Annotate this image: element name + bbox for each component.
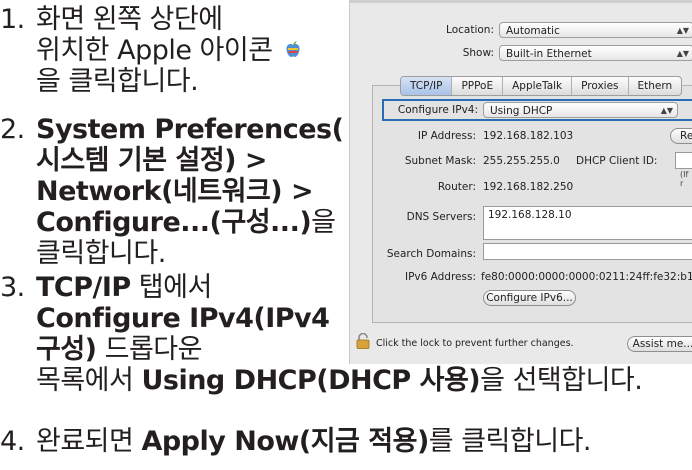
show-label: Show: bbox=[462, 47, 494, 59]
tab-pppoe[interactable]: PPPoE bbox=[452, 77, 504, 95]
location-value: Automatic bbox=[506, 25, 560, 37]
ipv6-address-label: IPv6 Address: bbox=[404, 271, 476, 283]
ip-address-label: IP Address: bbox=[417, 130, 476, 142]
popup-arrows-icon: ▲▼ bbox=[660, 106, 673, 115]
search-domains-label: Search Domains: bbox=[386, 248, 476, 260]
step-2-line4-rest: 을 bbox=[311, 207, 336, 238]
step-2-line4-bold: Configure...(구성...) bbox=[36, 207, 312, 238]
ipv6-address-value: fe80:0000:0000:0000:0211:24ff:fe32:b18e bbox=[481, 271, 692, 283]
step-3-number: 3. bbox=[0, 272, 25, 303]
location-label: Location: bbox=[446, 24, 494, 36]
network-tabs: TCP/IP PPPoE AppleTalk Proxies Ethern bbox=[400, 76, 683, 96]
tab-tcpip[interactable]: TCP/IP bbox=[401, 77, 453, 95]
show-popup[interactable]: Built-in Ethernet ▲▼ bbox=[499, 45, 692, 61]
step-1: 1. 화면 왼쪽 상단에 위치한 Apple 아이콘 을 클릭합니다. bbox=[0, 4, 305, 97]
tab-appletalk[interactable]: AppleTalk bbox=[503, 77, 573, 95]
step-1-number: 1. bbox=[0, 4, 25, 35]
renew-dhcp-button[interactable]: Ren bbox=[670, 128, 692, 144]
lock-icon[interactable] bbox=[356, 332, 370, 349]
dns-servers-field[interactable]: 192.168.128.10 bbox=[483, 206, 692, 240]
step-4-bold: Apply Now(지금 적용) bbox=[141, 426, 429, 457]
step-1-line3: 을 클릭합니다. bbox=[36, 66, 199, 97]
dns-servers-value: 192.168.128.10 bbox=[488, 209, 572, 221]
network-preferences-window: Location: Automatic ▲▼ Show: Built-in Eth… bbox=[349, 0, 692, 364]
subnet-mask-label: Subnet Mask: bbox=[404, 155, 476, 167]
step-3-line1-rest: 탭에서 bbox=[130, 272, 213, 303]
apple-icon bbox=[281, 38, 305, 62]
step-3-line3-rest: 드롭다운 bbox=[96, 334, 203, 365]
tab-ethernet[interactable]: Ethern bbox=[629, 77, 682, 95]
assist-me-button[interactable]: Assist me... bbox=[627, 336, 692, 352]
configure-ipv4-value: Using DHCP bbox=[490, 105, 553, 117]
step-2-line5: 클릭합니다. bbox=[36, 238, 166, 269]
step-4-end: 를 클릭합니다. bbox=[428, 426, 592, 457]
step-4-start: 완료되면 bbox=[36, 426, 142, 457]
subnet-mask-value: 255.255.255.0 bbox=[483, 155, 560, 167]
configure-ipv4-popup[interactable]: Using DHCP ▲▼ bbox=[483, 102, 678, 118]
step-3-line4-start: 목록에서 bbox=[36, 365, 142, 396]
step-1-line2: 위치한 Apple 아이콘 bbox=[36, 35, 273, 66]
step-3-tab-name: TCP/IP bbox=[36, 272, 131, 303]
step-2: 2. System Preferences( 시스템 기본 설정) > Netwo… bbox=[0, 114, 344, 269]
location-popup[interactable]: Automatic ▲▼ bbox=[499, 22, 692, 38]
popup-arrows-icon: ▲▼ bbox=[676, 26, 689, 35]
popup-arrows-icon: ▲▼ bbox=[676, 49, 689, 58]
step-3-line3-bold: 구성) bbox=[36, 334, 97, 365]
dhcp-client-id-field[interactable] bbox=[675, 152, 692, 169]
step-2-line1: System Preferences( bbox=[36, 114, 344, 145]
if-required-note: (If r bbox=[680, 170, 689, 188]
step-3-line4-end: 을 선택합니다. bbox=[480, 365, 643, 396]
dhcp-client-id-label: DHCP Client ID: bbox=[576, 155, 658, 167]
router-value: 192.168.182.250 bbox=[483, 181, 574, 193]
step-2-number: 2. bbox=[0, 114, 25, 145]
step-2-line3: Network(네트워크) > bbox=[36, 176, 314, 207]
step-4: 4. 완료되면 Apply Now(지금 적용)를 클릭합니다. bbox=[0, 426, 592, 457]
router-label: Router: bbox=[437, 181, 476, 193]
lock-text: Click the lock to prevent further change… bbox=[376, 338, 574, 349]
ip-address-value: 192.168.182.103 bbox=[483, 130, 574, 142]
configure-ipv4-label: Configure IPv4: bbox=[397, 104, 478, 116]
tab-proxies[interactable]: Proxies bbox=[572, 77, 629, 95]
step-3-line4-bold: Using DHCP(DHCP 사용) bbox=[141, 365, 481, 396]
step-1-line1: 화면 왼쪽 상단에 bbox=[36, 4, 223, 35]
window-top-edge bbox=[350, 0, 692, 3]
show-value: Built-in Ethernet bbox=[506, 48, 592, 60]
configure-ipv6-button[interactable]: Configure IPv6... bbox=[483, 290, 576, 306]
search-domains-field[interactable] bbox=[483, 243, 692, 260]
step-2-line2: 시스템 기본 설정) > bbox=[36, 145, 268, 176]
dns-servers-label: DNS Servers: bbox=[406, 211, 476, 223]
step-4-number: 4. bbox=[0, 426, 25, 457]
